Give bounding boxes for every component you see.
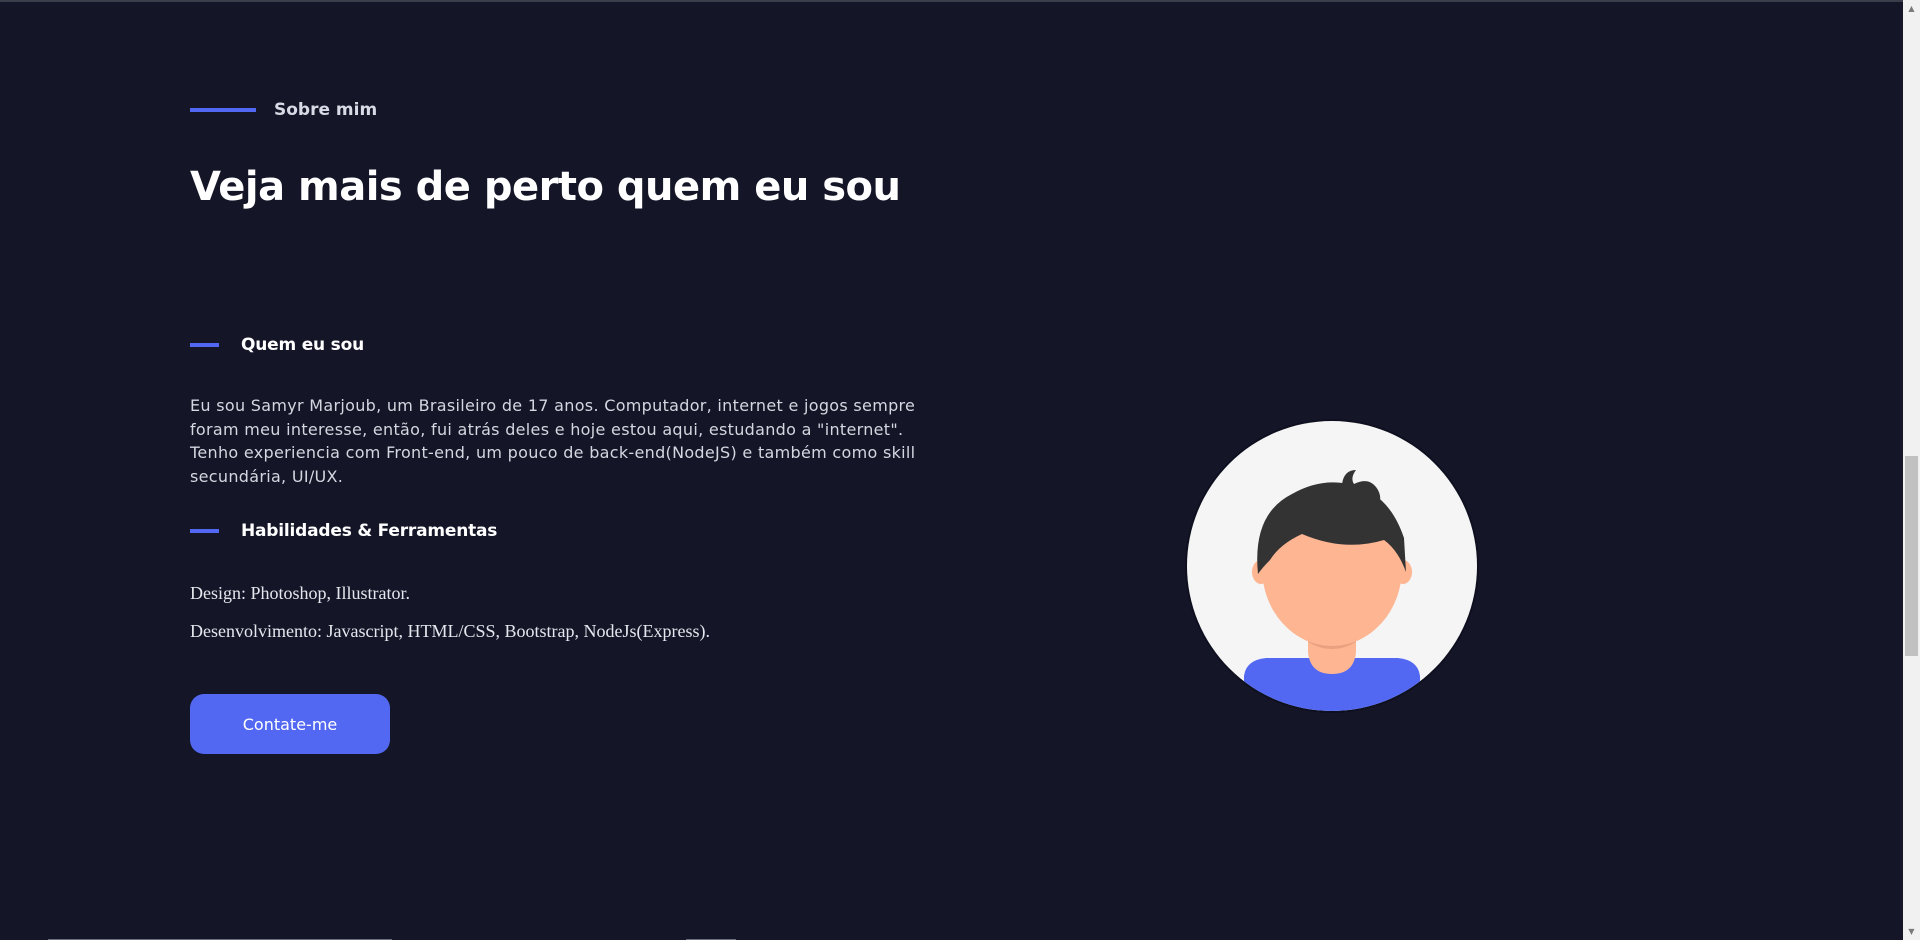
scrollbar-thumb[interactable] (1905, 456, 1918, 656)
section-eyebrow: Sobre mim (190, 100, 377, 120)
who-subheading: Quem eu sou (190, 335, 364, 355)
avatar (1184, 418, 1480, 714)
who-subheading-label: Quem eu sou (241, 335, 364, 355)
bio-paragraph: Eu sou Samyr Marjoub, um Brasileiro de 1… (190, 396, 916, 486)
skill-design: Design: Photoshop, Illustrator. (190, 583, 410, 603)
accent-line (190, 343, 219, 347)
skills-subheading-label: Habilidades & Ferramentas (241, 521, 498, 541)
section-heading: Veja mais de perto quem eu sou (190, 164, 901, 210)
vertical-scrollbar[interactable]: ▲ ▼ (1903, 0, 1920, 940)
accent-line (190, 108, 256, 112)
skill-development: Desenvolvimento: Javascript, HTML/CSS, B… (190, 621, 710, 641)
scroll-up-arrow-icon[interactable]: ▲ (1903, 0, 1920, 17)
user-avatar-icon (1185, 419, 1479, 713)
scroll-down-arrow-icon[interactable]: ▼ (1903, 923, 1920, 940)
top-border (0, 0, 1920, 2)
skills-subheading: Habilidades & Ferramentas (190, 521, 497, 541)
contact-button[interactable]: Contate-me (190, 694, 390, 754)
section-eyebrow-label: Sobre mim (274, 100, 378, 120)
accent-line (190, 529, 219, 533)
